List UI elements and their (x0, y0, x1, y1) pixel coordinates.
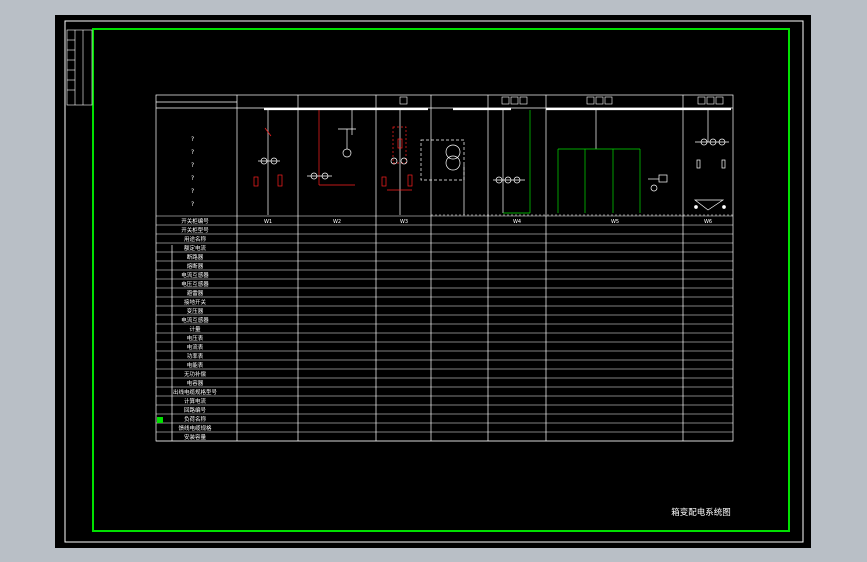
feeder-3-circuit (381, 110, 413, 215)
row-label: 馈线电缆规格 (178, 424, 212, 432)
green-marker (157, 417, 163, 423)
transformer (420, 139, 465, 215)
cad-viewport[interactable]: ? ? ? ? ? ? 开关柜编号 开关柜型号 用途名称 额定电流 断路器 熔断… (55, 15, 811, 548)
lv-outgoing-circuit (557, 110, 668, 213)
row-label: 额定电流 (184, 244, 207, 252)
parameter-table (156, 215, 733, 442)
row-label: 电能表 (187, 361, 204, 369)
row-label: 电流互感器 (181, 316, 209, 324)
feeder-2-circuit (307, 110, 356, 186)
row-label: 电压表 (187, 334, 204, 342)
feeder-id: W2 (333, 219, 341, 225)
row-label: 电容器 (187, 379, 204, 387)
row-label: 开关柜编号 (181, 217, 209, 225)
svg-text:?: ? (191, 162, 194, 169)
drawing-title: 箱变配电系统图 (671, 507, 731, 518)
row-label: 接地开关 (184, 298, 207, 306)
row-label: 避雷器 (187, 289, 204, 297)
feeder-id: W4 (513, 219, 521, 225)
row-label: 电流互感器 (181, 271, 209, 279)
feeder-id: W5 (611, 219, 619, 225)
drawing-svg: ? ? ? ? ? ? 开关柜编号开关柜型号用途名称额定电流断路器熔断器电流互感… (64, 20, 804, 543)
parameter-row-labels: 开关柜编号开关柜型号用途名称额定电流断路器熔断器电流互感器电压互感器避雷器接地开… (173, 217, 218, 441)
row-label: 用途名称 (184, 235, 207, 243)
row-label: 电流表 (187, 343, 204, 351)
row-label: 开关柜型号 (181, 226, 209, 234)
left-symbols: ? ? ? ? ? ? (191, 136, 194, 208)
row-label: 计量 (189, 325, 201, 333)
row-label: 电压互感器 (181, 280, 209, 288)
row-label: 计算电流 (184, 397, 207, 405)
feeder-1-circuit (253, 110, 283, 215)
row-label: 断路器 (187, 253, 204, 261)
header-boxes (399, 96, 724, 105)
row-label: 变压器 (187, 307, 204, 315)
row-label: 安装容量 (184, 433, 207, 441)
row-label: 回路编号 (184, 406, 207, 414)
row-label: 出线电缆规格型号 (173, 388, 218, 396)
sheet-green-border (92, 28, 790, 532)
row-label: 无功补偿 (184, 370, 207, 378)
sheet-outer-frame (64, 20, 804, 543)
svg-text:?: ? (191, 201, 194, 208)
capacitor-circuit (693, 110, 729, 211)
svg-text:?: ? (191, 188, 194, 195)
feeder-id: W3 (400, 219, 408, 225)
svg-text:?: ? (191, 175, 194, 182)
row-label: 功率表 (187, 352, 204, 360)
binding-strip (66, 29, 93, 106)
svg-text:?: ? (191, 149, 194, 156)
feeder-id: W6 (704, 219, 712, 225)
row-label: 负荷名称 (184, 415, 207, 423)
single-line-diagram (155, 94, 734, 442)
feeder-id: W1 (264, 219, 272, 225)
lv-incoming-circuit (493, 110, 531, 214)
svg-text:?: ? (191, 136, 194, 143)
row-label: 熔断器 (187, 262, 204, 270)
